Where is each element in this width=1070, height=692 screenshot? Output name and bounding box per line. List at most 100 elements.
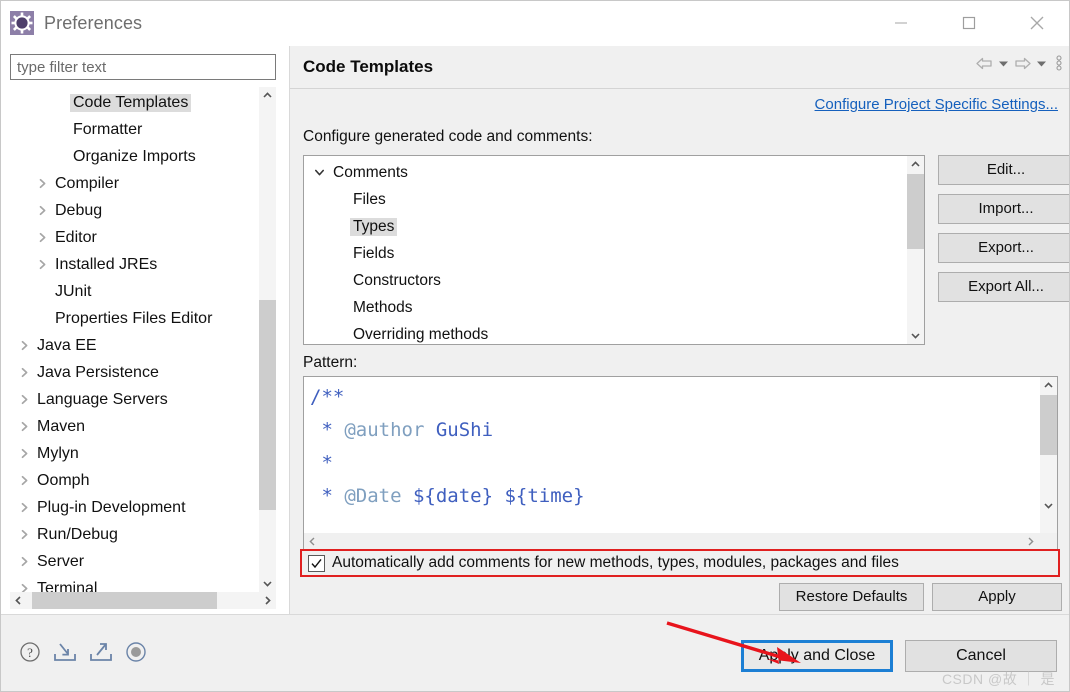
sidebar-item-installed-jres[interactable]: Installed JREs bbox=[10, 251, 258, 278]
auto-comments-row: Automatically add comments for new metho… bbox=[300, 549, 1060, 577]
back-button[interactable] bbox=[976, 53, 993, 73]
template-item-files[interactable]: Files bbox=[304, 186, 904, 213]
chevron-up-icon bbox=[1044, 382, 1053, 388]
export-preferences-icon[interactable] bbox=[89, 641, 113, 668]
sidebar-item-mylyn[interactable]: Mylyn bbox=[10, 440, 258, 467]
minimize-button[interactable] bbox=[867, 1, 935, 45]
chevron-right-icon[interactable] bbox=[18, 475, 30, 487]
template-item-constructors[interactable]: Constructors bbox=[304, 267, 904, 294]
chevron-right-icon[interactable] bbox=[18, 556, 30, 568]
auto-comments-checkbox[interactable] bbox=[308, 554, 325, 572]
export-all-button[interactable]: Export All... bbox=[938, 272, 1069, 302]
scroll-right-button[interactable] bbox=[1022, 533, 1039, 550]
chevron-right-icon[interactable] bbox=[36, 232, 48, 244]
export-button[interactable]: Export... bbox=[938, 233, 1069, 263]
code-text: * bbox=[310, 419, 345, 441]
sidebar-item-run-debug[interactable]: Run/Debug bbox=[10, 521, 258, 548]
sidebar-item-code-templates[interactable]: Code Templates bbox=[10, 89, 258, 116]
template-item-fields[interactable]: Fields bbox=[304, 240, 904, 267]
chevron-right-icon[interactable] bbox=[36, 259, 48, 271]
chevron-up-icon bbox=[263, 92, 272, 98]
scroll-up-button[interactable] bbox=[259, 87, 276, 104]
javadoc-tag: @Date bbox=[344, 485, 402, 507]
chevron-right-icon[interactable] bbox=[36, 178, 48, 190]
sidebar-item-compiler[interactable]: Compiler bbox=[10, 170, 258, 197]
sidebar-item-plug-in-development[interactable]: Plug-in Development bbox=[10, 494, 258, 521]
sidebar-item-organize-imports[interactable]: Organize Imports bbox=[10, 143, 258, 170]
sidebar-item-formatter[interactable]: Formatter bbox=[10, 116, 258, 143]
template-item-methods[interactable]: Methods bbox=[304, 294, 904, 321]
chevron-down-icon[interactable] bbox=[312, 167, 326, 178]
restore-defaults-button[interactable]: Restore Defaults bbox=[779, 583, 924, 611]
chevron-right-icon[interactable] bbox=[36, 205, 48, 217]
page-menu-button[interactable] bbox=[1055, 53, 1063, 73]
scrollbar-thumb[interactable] bbox=[1040, 395, 1057, 455]
maximize-icon bbox=[962, 16, 976, 30]
close-button[interactable] bbox=[1003, 1, 1069, 45]
chevron-right-icon[interactable] bbox=[18, 421, 30, 433]
sidebar-item-label: Properties Files Editor bbox=[55, 309, 213, 327]
apply-button[interactable]: Apply bbox=[932, 583, 1062, 611]
scroll-down-button[interactable] bbox=[907, 327, 924, 344]
scroll-up-button[interactable] bbox=[1040, 377, 1057, 394]
chevron-right-icon[interactable] bbox=[18, 367, 30, 379]
scroll-up-button[interactable] bbox=[907, 156, 924, 173]
forward-button[interactable] bbox=[1014, 53, 1031, 73]
maximize-button[interactable] bbox=[935, 1, 1003, 45]
chevron-right-icon[interactable] bbox=[18, 340, 30, 352]
forward-dropdown-button[interactable] bbox=[1035, 53, 1048, 73]
configure-project-specific-settings-link[interactable]: Configure Project Specific Settings... bbox=[815, 96, 1058, 113]
pattern-vertical-scrollbar[interactable] bbox=[1040, 377, 1057, 533]
sidebar-item-junit[interactable]: JUnit bbox=[10, 278, 258, 305]
sidebar-item-language-servers[interactable]: Language Servers bbox=[10, 386, 258, 413]
watermark: CSDN @故 ｜ 是 bbox=[941, 671, 1055, 687]
sidebar-item-label: Mylyn bbox=[37, 444, 79, 462]
edit-button[interactable]: Edit... bbox=[938, 155, 1069, 185]
filter-input[interactable] bbox=[10, 54, 276, 80]
chevron-right-icon[interactable] bbox=[18, 529, 30, 541]
chevron-right-icon[interactable] bbox=[18, 394, 30, 406]
sidebar-item-server[interactable]: Server bbox=[10, 548, 258, 575]
chevron-right-icon[interactable] bbox=[18, 583, 30, 592]
vertical-dots-icon bbox=[1056, 55, 1062, 71]
back-dropdown-button[interactable] bbox=[997, 53, 1010, 73]
import-button[interactable]: Import... bbox=[938, 194, 1069, 224]
scroll-left-button[interactable] bbox=[10, 592, 27, 609]
scrollbar-thumb[interactable] bbox=[32, 592, 217, 609]
help-icon[interactable]: ? bbox=[19, 641, 41, 668]
cancel-button[interactable]: Cancel bbox=[905, 640, 1057, 672]
sidebar-horizontal-scrollbar[interactable] bbox=[10, 592, 276, 609]
scrollbar-thumb[interactable] bbox=[907, 174, 924, 249]
pattern-horizontal-scrollbar[interactable] bbox=[304, 533, 1057, 550]
template-item-overriding-methods[interactable]: Overriding methods bbox=[304, 321, 904, 344]
record-icon[interactable] bbox=[125, 641, 147, 668]
sidebar-item-terminal[interactable]: Terminal bbox=[10, 575, 258, 592]
sidebar-vertical-scrollbar[interactable] bbox=[259, 87, 276, 592]
template-item-comments[interactable]: Comments bbox=[304, 159, 904, 186]
template-item-types[interactable]: Types bbox=[304, 213, 904, 240]
scroll-left-button[interactable] bbox=[304, 533, 321, 550]
preferences-dialog: Preferences Code Templ bbox=[0, 0, 1070, 692]
scroll-down-button[interactable] bbox=[1040, 497, 1057, 514]
chevron-down-icon bbox=[1044, 503, 1053, 509]
scroll-down-button[interactable] bbox=[259, 575, 276, 592]
pattern-editor[interactable]: /** * @author GuShi * * @Date ${date} ${… bbox=[303, 376, 1058, 551]
sidebar-item-debug[interactable]: Debug bbox=[10, 197, 258, 224]
sidebar-item-editor[interactable]: Editor bbox=[10, 224, 258, 251]
sidebar-item-properties-files-editor[interactable]: Properties Files Editor bbox=[10, 305, 258, 332]
code-templates-tree[interactable]: Comments Files Types Fields Constructors Meth… bbox=[303, 155, 925, 345]
import-preferences-icon[interactable] bbox=[53, 641, 77, 668]
scrollbar-thumb[interactable] bbox=[259, 300, 276, 510]
chevron-right-icon[interactable] bbox=[18, 502, 30, 514]
sidebar-item-maven[interactable]: Maven bbox=[10, 413, 258, 440]
preferences-gear-icon bbox=[10, 11, 34, 35]
checkmark-icon bbox=[311, 558, 322, 568]
template-item-label: Types bbox=[350, 217, 398, 236]
apply-and-close-button[interactable]: Apply and Close bbox=[741, 640, 893, 672]
chevron-right-icon[interactable] bbox=[18, 448, 30, 460]
scroll-right-button[interactable] bbox=[259, 592, 276, 609]
templates-vertical-scrollbar[interactable] bbox=[907, 156, 924, 344]
sidebar-item-oomph[interactable]: Oomph bbox=[10, 467, 258, 494]
sidebar-item-java-persistence[interactable]: Java Persistence bbox=[10, 359, 258, 386]
sidebar-item-java-ee[interactable]: Java EE bbox=[10, 332, 258, 359]
